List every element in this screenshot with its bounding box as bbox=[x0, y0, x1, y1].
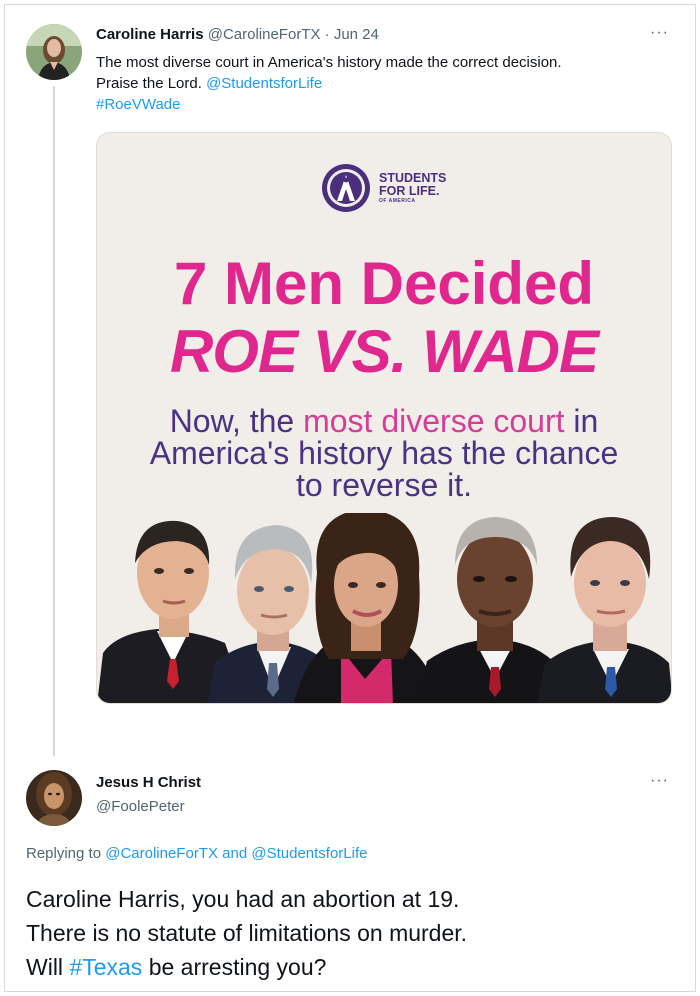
mention-link[interactable]: @StudentsforLife bbox=[251, 845, 367, 862]
students-for-life-logo: STUDENTS FOR LIFE. OF AMERICA bbox=[321, 163, 446, 213]
reply-line3-suffix: be arresting you? bbox=[142, 954, 327, 980]
author-name[interactable]: Jesus H Christ bbox=[96, 774, 201, 791]
subheading-part2: in bbox=[564, 403, 599, 439]
avatar[interactable] bbox=[26, 24, 82, 80]
mention-link[interactable]: @CarolineForTX bbox=[105, 845, 218, 862]
sfl-emblem-icon bbox=[322, 164, 370, 212]
reply-line1: Caroline Harris, you had an abortion at … bbox=[26, 886, 460, 912]
subheading-line3: to reverse it. bbox=[295, 467, 473, 503]
justice-portrait-5 bbox=[537, 517, 671, 703]
author-handle[interactable]: @FoolePeter bbox=[96, 798, 185, 815]
author-name[interactable]: Caroline Harris bbox=[96, 26, 204, 43]
replying-prefix: Replying to bbox=[26, 845, 106, 862]
hashtag-link[interactable]: #Texas bbox=[69, 954, 142, 980]
justices-illustration bbox=[97, 513, 671, 703]
tweet-date[interactable]: Jun 24 bbox=[334, 26, 379, 43]
subheading-line2: America's history has the chance bbox=[149, 435, 619, 471]
reply-line3: Will #Texas be arresting you? bbox=[26, 950, 666, 984]
subheading-highlight: most diverse court bbox=[303, 403, 565, 439]
tweet-image[interactable]: STUDENTS FOR LIFE. OF AMERICA 7 Men Deci… bbox=[96, 132, 672, 704]
justice-portrait-3 bbox=[293, 513, 441, 703]
justice-portrait-4 bbox=[417, 517, 563, 703]
tweet-header: Caroline Harris @CarolineForTX · Jun 24 bbox=[96, 26, 379, 43]
logo-line2: FOR LIFE. bbox=[379, 183, 440, 198]
replying-and: and bbox=[217, 845, 252, 862]
hashtag-link[interactable]: #RoeVWade bbox=[96, 94, 656, 115]
separator-dot: · bbox=[324, 26, 330, 43]
more-options-icon[interactable]: ··· bbox=[650, 772, 669, 790]
tweet-text: The most diverse court in America's hist… bbox=[96, 52, 656, 115]
more-options-icon[interactable]: ··· bbox=[650, 24, 669, 42]
headline-men-decided: 7 Men Decided bbox=[173, 250, 595, 317]
headline-roe-vs-wade: ROE VS. WADE bbox=[169, 318, 599, 385]
subheading-line1: Now, the most diverse court in bbox=[97, 405, 671, 437]
logo-line3: OF AMERICA bbox=[379, 197, 416, 204]
reply-text: Caroline Harris, you had an abortion at … bbox=[26, 882, 666, 984]
reply-line2: There is no statute of limitations on mu… bbox=[26, 920, 468, 946]
author-handle[interactable]: @CarolineForTX bbox=[208, 26, 321, 43]
avatar[interactable] bbox=[26, 770, 82, 826]
image-subheading: Now, the most diverse court in America's… bbox=[97, 405, 671, 501]
logo-line1: STUDENTS bbox=[379, 170, 447, 185]
sfl-wordmark: STUDENTS FOR LIFE. OF AMERICA bbox=[379, 170, 447, 205]
tweet-text-prefix: Praise the Lord. bbox=[96, 75, 207, 92]
tweet-text-line1: The most diverse court in America's hist… bbox=[96, 54, 562, 71]
mention-link[interactable]: @StudentsforLife bbox=[206, 75, 322, 92]
thread-line bbox=[53, 86, 55, 756]
tweet-text-line2: Praise the Lord. @StudentsforLife bbox=[96, 73, 656, 94]
replying-to: Replying to @CarolineForTX and @Students… bbox=[26, 845, 368, 862]
reply-line3-prefix: Will bbox=[26, 954, 70, 980]
subheading-part1: Now, the bbox=[169, 403, 304, 439]
